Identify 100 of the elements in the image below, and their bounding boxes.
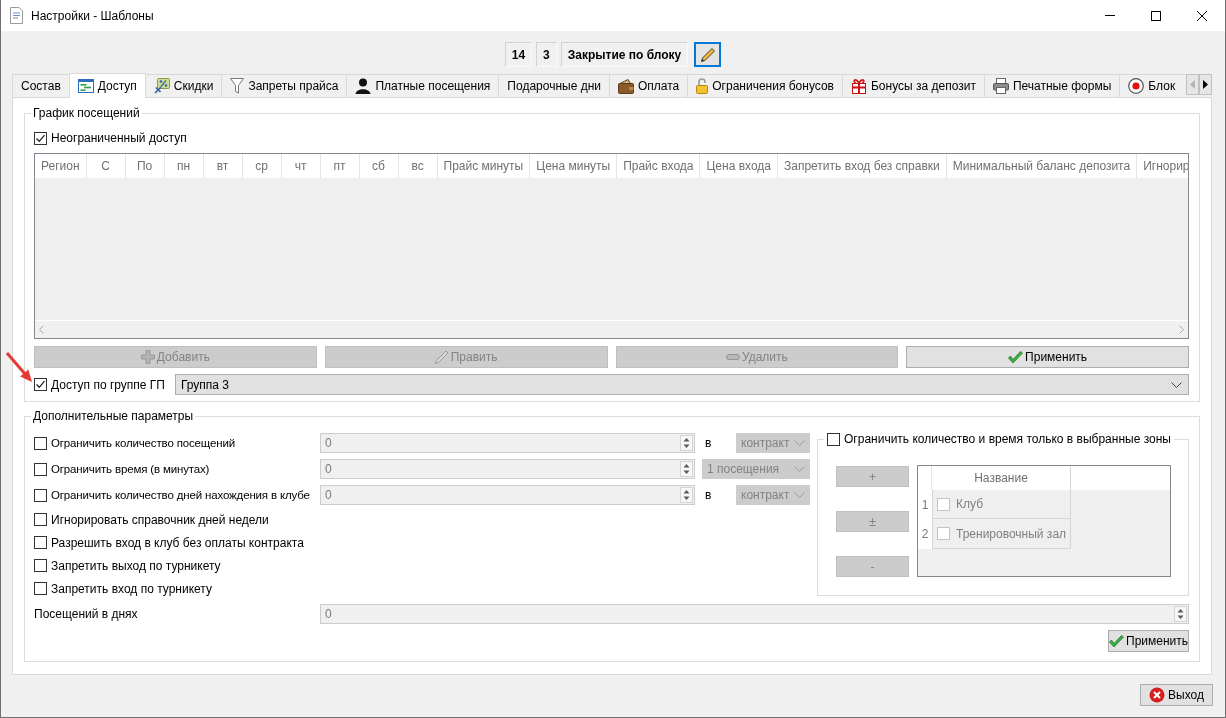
header-label: Закрытие по блоку (560, 42, 689, 67)
tab[interactable]: Состав (12, 74, 70, 97)
column-header: Название (932, 466, 1071, 490)
printer-icon (992, 78, 1009, 94)
checkbox-label: Разрешить вход в клуб без оплаты контракта (51, 535, 304, 550)
minus-icon (725, 354, 740, 360)
checkbox-label: Неограниченный доступ (51, 131, 187, 145)
spin-arrows-icon (1174, 606, 1187, 622)
unit-label: в (705, 436, 712, 450)
checkbox[interactable] (34, 582, 47, 595)
window-title: Настройки - Шаблоны (31, 8, 154, 23)
checkbox[interactable] (34, 559, 47, 572)
column-header: Регион (35, 154, 87, 178)
tab[interactable]: Платные посещения (346, 74, 500, 97)
close-icon (1197, 10, 1207, 21)
column-header: Цена минуты (530, 154, 618, 178)
discount-tag-icon (153, 78, 170, 94)
zone-name: Клуб (956, 497, 983, 511)
padlock-icon (696, 78, 709, 94)
zone-name: Тренировочный зал (956, 526, 1067, 541)
checkbox[interactable] (827, 432, 840, 446)
group-title: График посещений (32, 106, 141, 120)
checkbox-label: Ограничить количество дней нахождения в клубе (51, 489, 310, 501)
edit-button[interactable] (694, 42, 722, 67)
chevron-down-icon (794, 466, 805, 472)
annotation-arrow-icon (5, 351, 33, 383)
gift-ribbon-icon (850, 78, 867, 94)
checkbox[interactable] (34, 378, 47, 391)
tab[interactable]: Бонусы за депозит (841, 74, 985, 97)
spin-arrows-icon (680, 461, 693, 477)
minimize-icon (1105, 15, 1115, 16)
checkbox[interactable] (34, 436, 47, 450)
column-header: Прайс минуты (437, 154, 531, 178)
spin-arrows-icon (680, 435, 693, 451)
group-select[interactable]: Группа 3 (174, 374, 1189, 395)
column-header: Запретить вход без справки (778, 154, 947, 178)
tab[interactable]: Доступ (68, 73, 146, 98)
wallet-icon (618, 78, 634, 94)
funnel-icon (230, 78, 245, 94)
close-circle-icon (1149, 687, 1166, 703)
checkbox[interactable] (34, 488, 47, 502)
action-button[interactable]: Применить (906, 346, 1189, 368)
group-title: Дополнительные параметры (32, 409, 195, 423)
tab[interactable]: Ограничения бонусов (687, 74, 843, 97)
tab[interactable]: Скидки (144, 74, 223, 97)
checkbox-label: Ограничить количество и время только в выбранные зоны (844, 432, 1171, 446)
document-icon (10, 7, 23, 24)
check-icon (1109, 634, 1124, 648)
column-header: Цена входа (700, 154, 778, 178)
plus-icon (140, 350, 155, 364)
column-header: Минимальный баланс депозита (946, 154, 1138, 178)
checkbox[interactable] (34, 513, 47, 526)
column-header: С (86, 154, 126, 178)
checkbox-label: Запретить выход по турникету (51, 558, 221, 573)
chevron-left-icon (39, 325, 44, 334)
column-header: Прайс входа (617, 154, 701, 178)
column-header: пт (320, 154, 360, 178)
checkbox-label: Запретить вход по турникету (51, 581, 212, 596)
chevron-down-icon (1171, 381, 1182, 388)
header-label: 14 (504, 42, 533, 67)
column-header: пн (164, 154, 204, 178)
row-number: 1 (918, 490, 932, 519)
column-header: По (125, 154, 165, 178)
tab[interactable]: Печатные формы (983, 74, 1121, 97)
chevron-down-icon (794, 492, 805, 498)
number-field[interactable]: 0 (320, 485, 695, 505)
chevron-down-icon (794, 440, 805, 446)
tab[interactable]: Блок (1119, 74, 1186, 97)
pencil-icon (699, 46, 716, 63)
column-header: сб (359, 154, 399, 178)
triangle-left-icon (1190, 80, 1195, 89)
check-icon (1008, 350, 1024, 364)
pencil-icon (434, 350, 449, 364)
column-header: вт (203, 154, 243, 178)
checkbox-label: Игнорировать справочник дней недели (51, 512, 269, 527)
record-icon (1128, 78, 1145, 94)
checkbox-label: Ограничить количество посещений (51, 437, 236, 449)
apply-button[interactable]: Применить (1108, 630, 1189, 652)
checkbox[interactable] (34, 462, 47, 476)
scroll-right-button[interactable] (1199, 74, 1212, 95)
checkbox[interactable] (34, 131, 47, 145)
checkbox-label: Доступ по группе ГП (51, 377, 165, 392)
checkbox[interactable] (34, 536, 47, 549)
column-header: чт (281, 154, 321, 178)
number-field[interactable]: 0 (320, 459, 695, 479)
column-header: ср (242, 154, 282, 178)
tab[interactable]: Оплата (609, 74, 689, 97)
row-number: 2 (918, 519, 932, 549)
checkbox-label: Ограничить время (в минутах) (51, 463, 210, 475)
triangle-right-icon (1203, 80, 1208, 89)
number-field[interactable]: 0 (320, 433, 695, 453)
person-icon (355, 78, 372, 94)
field-label: Посещений в днях (34, 607, 139, 621)
tab[interactable]: Запреты прайса (221, 74, 348, 97)
exit-button[interactable]: Выход (1140, 684, 1213, 706)
header-label: 3 (536, 42, 557, 67)
column-header: вс (398, 154, 438, 178)
schedule-list-icon (77, 79, 94, 93)
unit-label: в (705, 488, 712, 502)
chevron-right-icon (1179, 325, 1184, 334)
